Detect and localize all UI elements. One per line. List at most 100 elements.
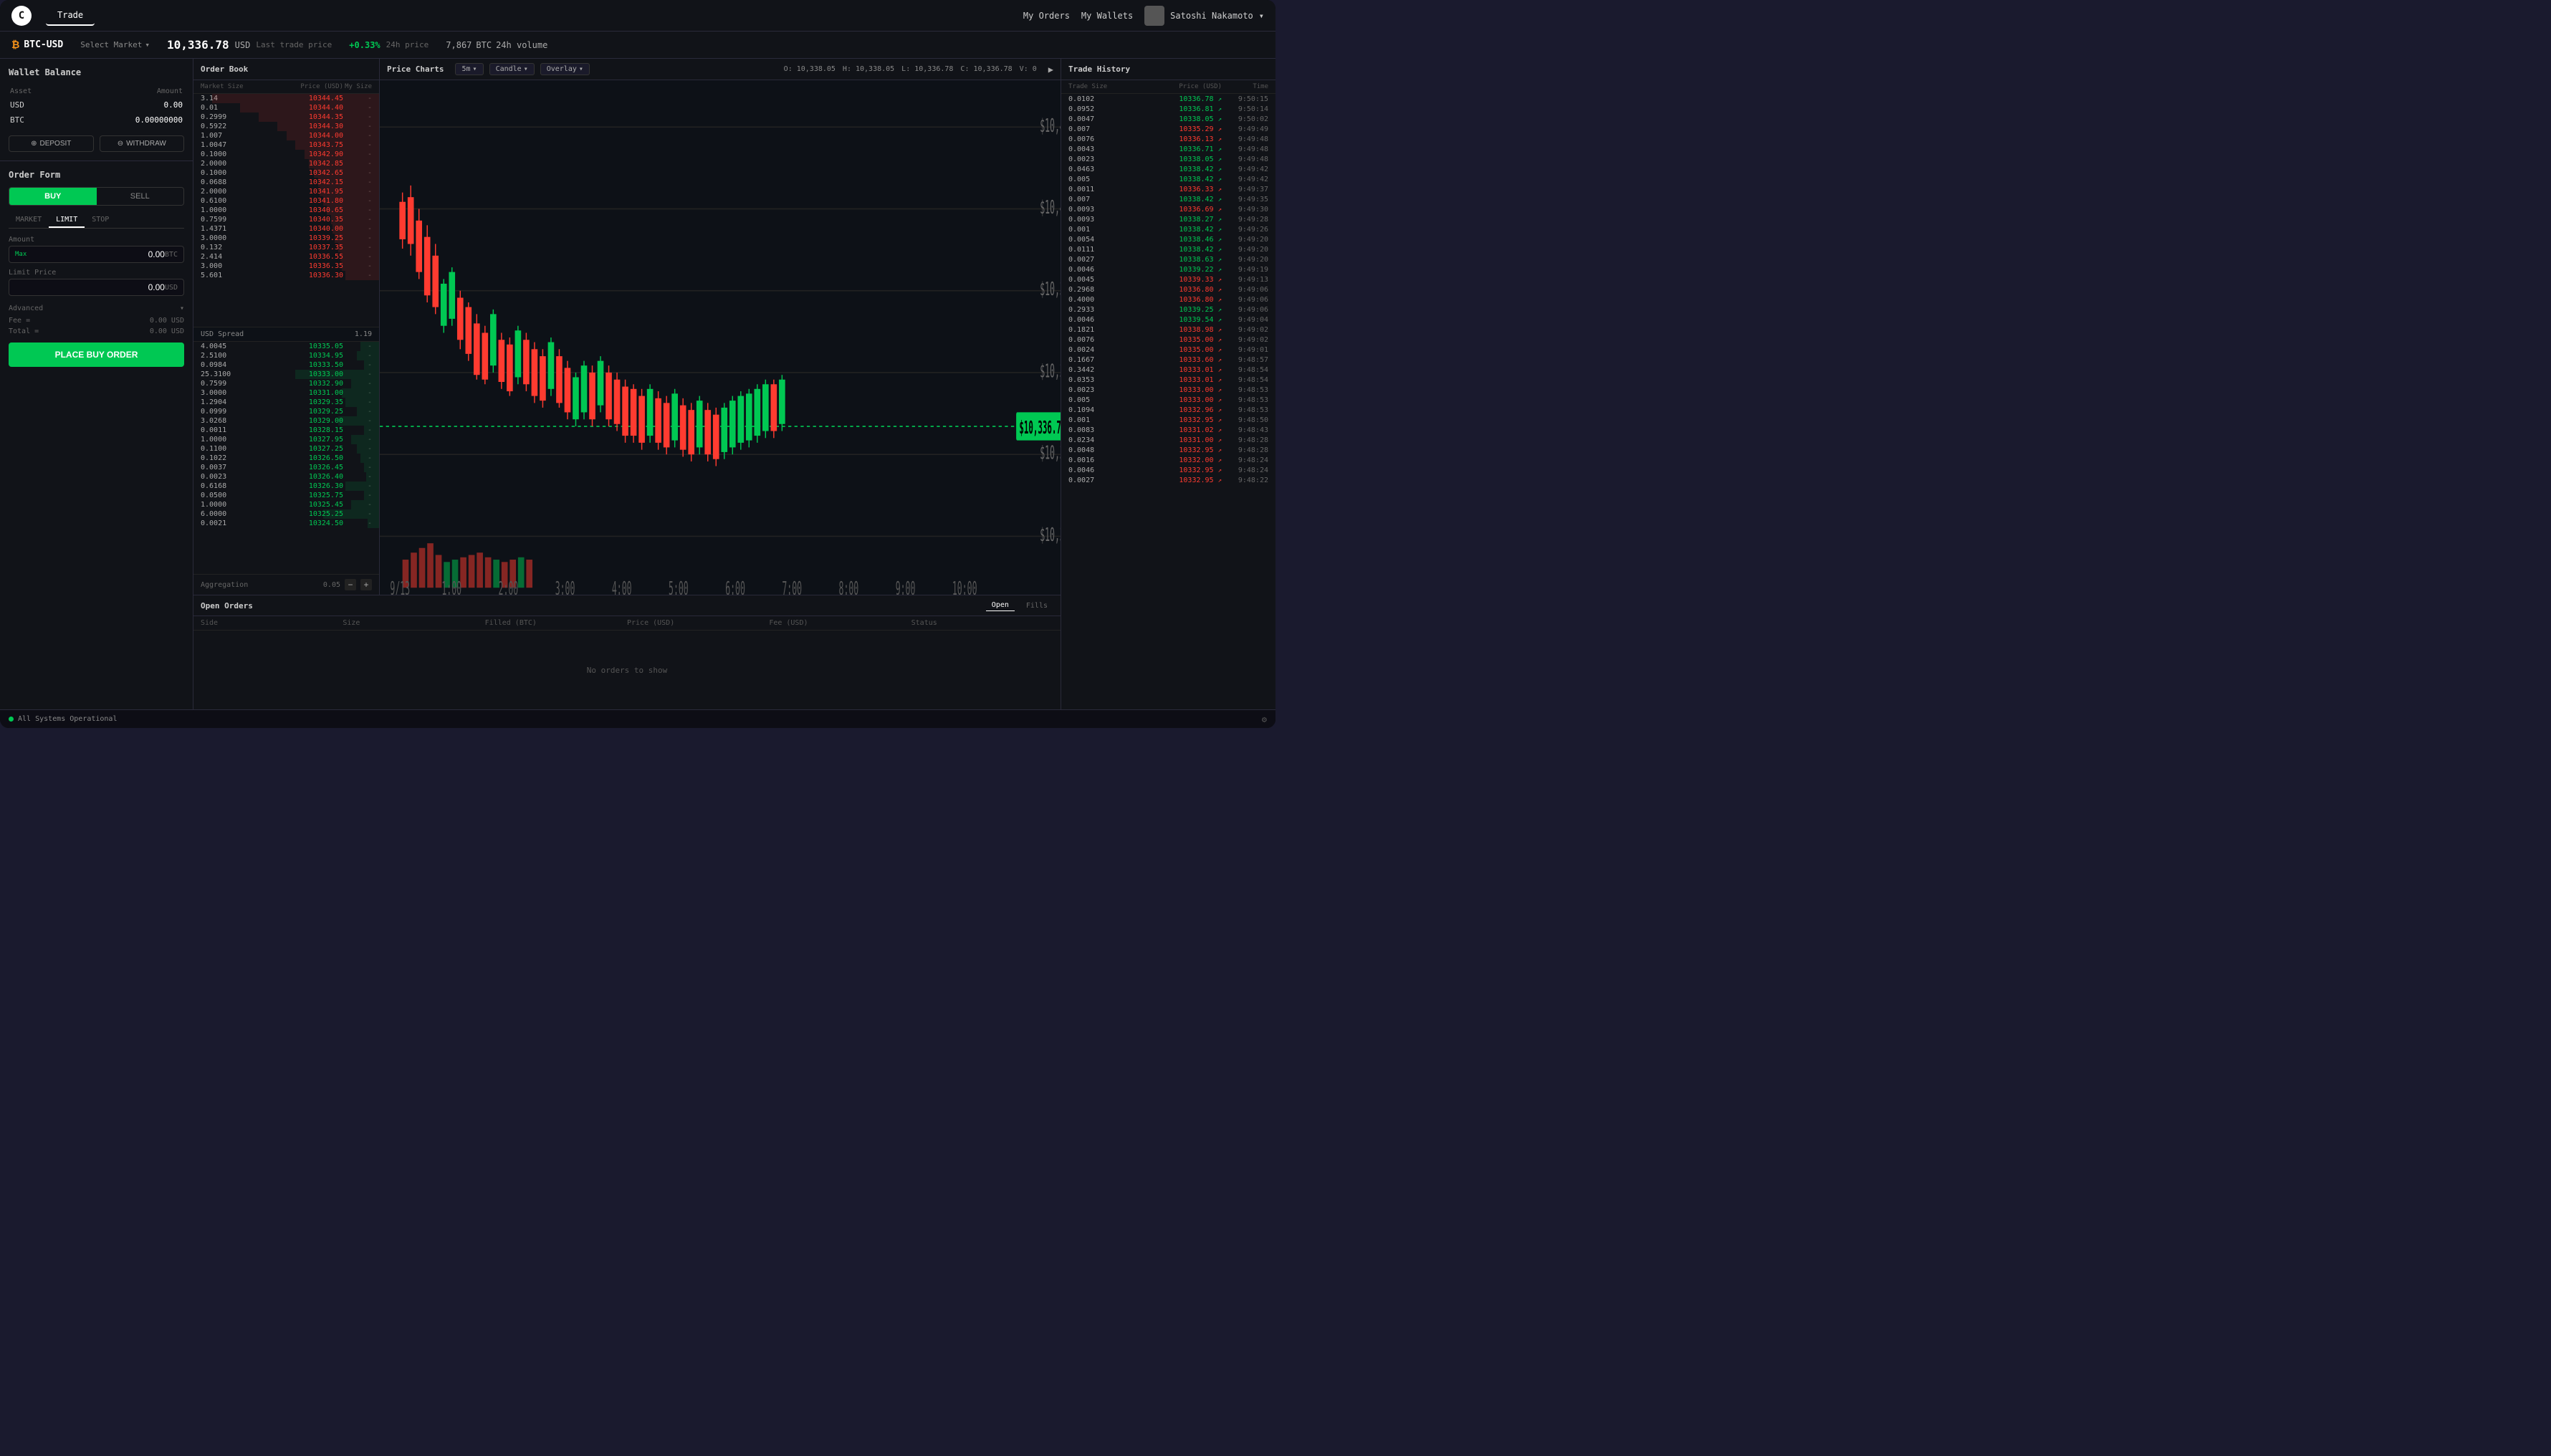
- trade-history-row[interactable]: 0.0045 10339.33 ↗ 9:49:13: [1061, 274, 1276, 284]
- agg-increase-button[interactable]: +: [360, 579, 372, 590]
- ask-row[interactable]: 0.7599 10340.35 -: [193, 215, 379, 224]
- bid-row[interactable]: 0.0999 10329.25 -: [193, 407, 379, 416]
- bid-row[interactable]: 0.0011 10328.15 -: [193, 426, 379, 435]
- trade-history-row[interactable]: 0.0046 10339.22 ↗ 9:49:19: [1061, 264, 1276, 274]
- bid-row[interactable]: 1.0000 10325.45 -: [193, 500, 379, 509]
- buy-button[interactable]: BUY: [9, 188, 97, 205]
- trade-history-row[interactable]: 0.005 10338.42 ↗ 9:49:42: [1061, 174, 1276, 184]
- bid-row[interactable]: 3.0000 10331.00 -: [193, 388, 379, 398]
- amount-input[interactable]: [32, 249, 165, 259]
- oo-tab-open[interactable]: Open: [986, 600, 1015, 611]
- ask-row[interactable]: 1.007 10344.00 -: [193, 131, 379, 140]
- chart-type-selector[interactable]: Candle ▾: [489, 63, 535, 75]
- trade-history-row[interactable]: 0.2933 10339.25 ↗ 9:49:06: [1061, 305, 1276, 315]
- ask-row[interactable]: 2.414 10336.55 -: [193, 252, 379, 262]
- trade-history-row[interactable]: 0.0023 10333.00 ↗ 9:48:53: [1061, 385, 1276, 395]
- ask-row[interactable]: 0.132 10337.35 -: [193, 243, 379, 252]
- trade-history-row[interactable]: 0.0076 10335.00 ↗ 9:49:02: [1061, 335, 1276, 345]
- trade-history-row[interactable]: 0.1667 10333.60 ↗ 9:48:57: [1061, 355, 1276, 365]
- ask-row[interactable]: 0.6100 10341.80 -: [193, 196, 379, 206]
- overlay-selector[interactable]: Overlay ▾: [540, 63, 590, 75]
- trade-history-row[interactable]: 0.0353 10333.01 ↗ 9:48:54: [1061, 375, 1276, 385]
- place-order-button[interactable]: PLACE BUY ORDER: [9, 343, 184, 367]
- trade-history-row[interactable]: 0.0111 10338.42 ↗ 9:49:20: [1061, 244, 1276, 254]
- bid-row[interactable]: 1.0000 10327.95 -: [193, 435, 379, 444]
- trade-history-row[interactable]: 0.0027 10332.95 ↗ 9:48:22: [1061, 475, 1276, 485]
- ask-row[interactable]: 3.000 10336.35 -: [193, 262, 379, 271]
- agg-decrease-button[interactable]: −: [345, 579, 356, 590]
- ask-row[interactable]: 5.601 10336.30 -: [193, 271, 379, 280]
- trade-history-row[interactable]: 0.0054 10338.46 ↗ 9:49:20: [1061, 234, 1276, 244]
- ask-row[interactable]: 1.0000 10340.65 -: [193, 206, 379, 215]
- ask-row[interactable]: 3.14 10344.45 -: [193, 94, 379, 103]
- trade-history-row[interactable]: 0.001 10332.95 ↗ 9:48:50: [1061, 415, 1276, 425]
- trade-history-row[interactable]: 0.0027 10338.63 ↗ 9:49:20: [1061, 254, 1276, 264]
- bid-row[interactable]: 0.0023 10326.40 -: [193, 472, 379, 482]
- ask-row[interactable]: 2.0000 10341.95 -: [193, 187, 379, 196]
- app-logo[interactable]: C: [11, 6, 32, 26]
- trade-history-row[interactable]: 0.1821 10338.98 ↗ 9:49:02: [1061, 325, 1276, 335]
- trade-history-row[interactable]: 0.0076 10336.13 ↗ 9:49:48: [1061, 134, 1276, 144]
- user-menu[interactable]: Satoshi Nakamoto ▾: [1144, 6, 1264, 26]
- market-tab[interactable]: MARKET: [9, 213, 49, 228]
- bid-row[interactable]: 0.7599 10332.90 -: [193, 379, 379, 388]
- ask-row[interactable]: 0.01 10344.40 -: [193, 103, 379, 112]
- trade-history-row[interactable]: 0.0102 10336.78 ↗ 9:50:15: [1061, 94, 1276, 104]
- bid-row[interactable]: 25.3100 10333.00 -: [193, 370, 379, 379]
- chart-area[interactable]: $10,425 $10,400 $10,375 $10,350 $10,325 …: [380, 80, 1061, 595]
- bid-row[interactable]: 0.1100 10327.25 -: [193, 444, 379, 454]
- bid-row[interactable]: 0.0021 10324.50 -: [193, 519, 379, 528]
- sell-button[interactable]: SELL: [97, 188, 184, 205]
- ask-row[interactable]: 0.0688 10342.15 -: [193, 178, 379, 187]
- trade-history-row[interactable]: 0.2968 10336.80 ↗ 9:49:06: [1061, 284, 1276, 294]
- my-wallets-link[interactable]: My Wallets: [1081, 11, 1133, 21]
- ask-row[interactable]: 1.4371 10340.00 -: [193, 224, 379, 234]
- trade-history-row[interactable]: 0.0024 10335.00 ↗ 9:49:01: [1061, 345, 1276, 355]
- limit-price-input[interactable]: [15, 282, 165, 292]
- trade-history-row[interactable]: 0.0016 10332.00 ↗ 9:48:24: [1061, 455, 1276, 465]
- bid-row[interactable]: 0.0500 10325.75 -: [193, 491, 379, 500]
- ask-row[interactable]: 1.0047 10343.75 -: [193, 140, 379, 150]
- trade-history-row[interactable]: 0.0234 10331.00 ↗ 9:48:28: [1061, 435, 1276, 445]
- bid-row[interactable]: 0.0037 10326.45 -: [193, 463, 379, 472]
- trade-history-row[interactable]: 0.3442 10333.01 ↗ 9:48:54: [1061, 365, 1276, 375]
- trade-history-row[interactable]: 0.0093 10336.69 ↗ 9:49:30: [1061, 204, 1276, 214]
- trade-history-row[interactable]: 0.0952 10336.81 ↗ 9:50:14: [1061, 104, 1276, 114]
- trade-history-row[interactable]: 0.007 10335.29 ↗ 9:49:49: [1061, 124, 1276, 134]
- market-select[interactable]: Select Market ▾: [80, 40, 150, 49]
- trade-history-row[interactable]: 0.001 10338.42 ↗ 9:49:26: [1061, 224, 1276, 234]
- bid-row[interactable]: 6.0000 10325.25 -: [193, 509, 379, 519]
- ask-row[interactable]: 0.2999 10344.35 -: [193, 112, 379, 122]
- trade-history-row[interactable]: 0.0011 10336.33 ↗ 9:49:37: [1061, 184, 1276, 194]
- trade-history-row[interactable]: 0.0083 10331.02 ↗ 9:48:43: [1061, 425, 1276, 435]
- trade-history-row[interactable]: 0.4000 10336.80 ↗ 9:49:06: [1061, 294, 1276, 305]
- nav-tab-trade[interactable]: Trade: [46, 6, 95, 26]
- ask-row[interactable]: 0.1000 10342.90 -: [193, 150, 379, 159]
- trade-history-row[interactable]: 0.0043 10336.71 ↗ 9:49:48: [1061, 144, 1276, 154]
- trade-history-row[interactable]: 0.0093 10338.27 ↗ 9:49:28: [1061, 214, 1276, 224]
- oo-tab-fills[interactable]: Fills: [1020, 600, 1053, 611]
- deposit-button[interactable]: ⊕ DEPOSIT: [9, 135, 94, 152]
- trade-history-row[interactable]: 0.0046 10332.95 ↗ 9:48:24: [1061, 465, 1276, 475]
- ask-row[interactable]: 3.0000 10339.25 -: [193, 234, 379, 243]
- trade-history-row[interactable]: 0.0463 10338.42 ↗ 9:49:42: [1061, 164, 1276, 174]
- timeframe-selector[interactable]: 5m ▾: [455, 63, 483, 75]
- bid-row[interactable]: 0.1022 10326.50 -: [193, 454, 379, 463]
- trade-history-row[interactable]: 0.007 10338.42 ↗ 9:49:35: [1061, 194, 1276, 204]
- limit-tab[interactable]: LIMIT: [49, 213, 85, 228]
- chart-expand-icon[interactable]: ▶: [1048, 64, 1053, 75]
- bid-row[interactable]: 1.2904 10329.35 -: [193, 398, 379, 407]
- bid-row[interactable]: 3.0268 10329.00 -: [193, 416, 379, 426]
- bid-row[interactable]: 0.0984 10333.50 -: [193, 360, 379, 370]
- ask-row[interactable]: 0.5922 10344.30 -: [193, 122, 379, 131]
- advanced-row[interactable]: Advanced ▾: [9, 302, 184, 315]
- my-orders-link[interactable]: My Orders: [1023, 11, 1070, 21]
- settings-icon[interactable]: ⚙: [1262, 714, 1267, 724]
- bid-row[interactable]: 4.0045 10335.05 -: [193, 342, 379, 351]
- max-link[interactable]: Max: [15, 251, 27, 258]
- ask-row[interactable]: 2.0000 10342.85 -: [193, 159, 379, 168]
- trade-history-row[interactable]: 0.1094 10332.96 ↗ 9:48:53: [1061, 405, 1276, 415]
- trade-history-row[interactable]: 0.005 10333.00 ↗ 9:48:53: [1061, 395, 1276, 405]
- trade-history-row[interactable]: 0.0047 10338.05 ↗ 9:50:02: [1061, 114, 1276, 124]
- stop-tab[interactable]: STOP: [85, 213, 116, 228]
